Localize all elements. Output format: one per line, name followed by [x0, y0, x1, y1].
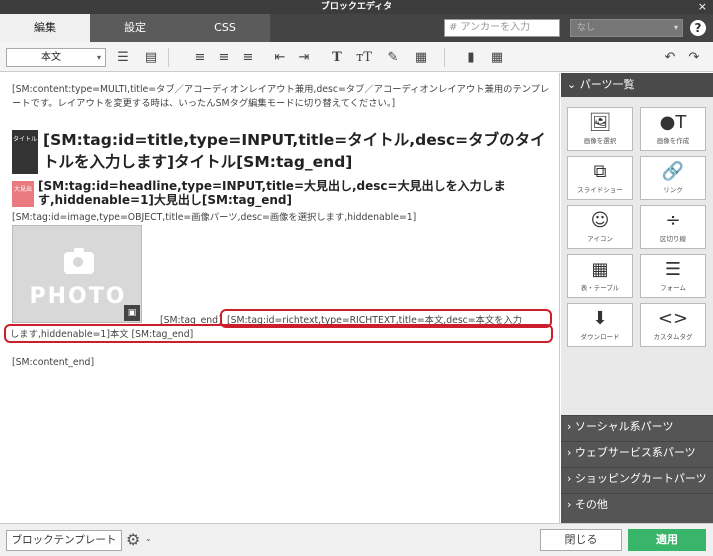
image-edit-icon[interactable]: ▣	[124, 305, 140, 321]
parts-sidebar: ⌄ パーツ一覧 🖼 画像を選択 ●T 画像を作成 ⧉ スライドショー 🔗 リンク…	[561, 73, 713, 523]
table-icon[interactable]: ▦	[410, 48, 432, 67]
window-title: ブロックエディタ	[320, 2, 393, 12]
align-center-icon[interactable]: ≡	[214, 48, 234, 67]
part-label: 画像を選択	[583, 137, 617, 145]
part-label: アイコン	[587, 235, 613, 243]
part-table[interactable]: ▦ 表・テーブル	[567, 254, 633, 298]
part-link[interactable]: 🔗 リンク	[640, 156, 706, 200]
part-label: カスタムタグ	[653, 333, 693, 341]
part-image-create[interactable]: ●T 画像を作成	[640, 107, 706, 151]
part-label: 区切り線	[660, 235, 686, 243]
camera-icon	[64, 248, 94, 274]
chevron-right-icon: ›	[567, 472, 572, 485]
download-icon: ⬇	[592, 308, 608, 329]
numbered-list-icon[interactable]: ▤	[140, 48, 162, 67]
smiley-icon: ☺	[590, 210, 610, 231]
help-icon[interactable]: ?	[690, 20, 706, 36]
slideshow-icon: ⧉	[593, 161, 607, 182]
apply-button[interactable]: 適用	[628, 529, 706, 551]
headline-badge: 大見出	[12, 181, 34, 207]
none-select[interactable]: なし ▾	[570, 19, 683, 37]
tab-css[interactable]: CSS	[180, 14, 270, 42]
gear-icon[interactable]: ⚙	[126, 530, 140, 550]
richtext-tag-line2[interactable]: します,hiddenable=1]本文 [SM:tag_end]	[10, 328, 193, 342]
tab-bar: 編集 設定 CSS # アンカーを入力 なし ▾ ?	[0, 14, 713, 42]
part-label: 画像を作成	[656, 137, 690, 145]
form-icon: ☰	[664, 259, 682, 280]
bullet-list-icon[interactable]: ☰	[112, 48, 134, 67]
category-web-service[interactable]: › ウェブサービス系パーツ	[561, 441, 713, 463]
chevron-down-icon: ⌄	[567, 78, 577, 91]
part-label: フォーム	[660, 284, 686, 292]
category-label: ショッピングカートパーツ	[574, 472, 707, 485]
part-icon[interactable]: ☺ アイコン	[567, 205, 633, 249]
none-select-label: なし	[577, 23, 596, 33]
chevron-right-icon: ›	[567, 498, 572, 511]
category-shopping-cart[interactable]: › ショッピングカートパーツ	[561, 467, 713, 489]
chevron-down-icon: ▾	[673, 23, 678, 32]
richtext-tag-line1[interactable]: [SM:tag:id=richtext,type=RICHTEXT,title=…	[227, 314, 522, 328]
part-form[interactable]: ☰ フォーム	[640, 254, 706, 298]
parts-header[interactable]: ⌄ パーツ一覧	[561, 73, 713, 97]
table-icon: ▦	[591, 259, 609, 280]
parts-header-label: パーツ一覧	[579, 78, 635, 91]
part-image-select[interactable]: 🖼 画像を選択	[567, 107, 633, 151]
image-create-icon: ●T	[659, 112, 687, 133]
headline-tag[interactable]: [SM:tag:id=headline,type=INPUT,title=大見出…	[38, 179, 548, 207]
title-badge: タイトル	[12, 130, 38, 174]
part-label: スライドショー	[577, 186, 623, 194]
part-divider[interactable]: ÷ 区切り線	[640, 205, 706, 249]
toolbar-divider	[168, 48, 169, 67]
category-label: その他	[574, 498, 608, 511]
photo-placeholder[interactable]: PHOTO ▣	[12, 225, 142, 323]
category-other[interactable]: › その他	[561, 493, 713, 515]
part-custom-tag[interactable]: <> カスタムタグ	[640, 303, 706, 347]
color-picker-icon[interactable]: ✎	[382, 48, 404, 67]
part-download[interactable]: ⬇ ダウンロード	[567, 303, 633, 347]
font-size-icon[interactable]: тT	[352, 48, 376, 67]
divider-icon: ÷	[665, 210, 681, 231]
window-titlebar: ブロックエディタ ×	[0, 0, 713, 14]
part-label: ダウンロード	[580, 333, 620, 341]
chevron-down-icon: ▾	[96, 53, 101, 62]
part-slideshow[interactable]: ⧉ スライドショー	[567, 156, 633, 200]
image-select-icon: 🖼	[588, 112, 612, 133]
close-icon[interactable]: ×	[698, 0, 707, 14]
footer-bar: ブロックテンプレート ⚙ ⌄ 閉じる 適用	[0, 523, 713, 556]
paste-icon[interactable]: ▮	[460, 48, 482, 67]
link-icon: 🔗	[661, 161, 685, 182]
align-right-icon[interactable]: ≡	[238, 48, 258, 67]
block-template-button[interactable]: ブロックテンプレート	[6, 530, 122, 551]
format-toolbar: 本文 ▾ ☰ ▤ ≡ ≡ ≡ ⇤ ⇥ T тT ✎ ▦ ▮ ▦ ↶ ↷	[0, 42, 713, 72]
category-social[interactable]: › ソーシャル系パーツ	[561, 415, 713, 437]
redo-icon[interactable]: ↷	[684, 48, 704, 67]
toolbar-divider	[444, 48, 445, 67]
close-button[interactable]: 閉じる	[540, 529, 622, 551]
tab-edit[interactable]: 編集	[0, 14, 90, 42]
chevron-down-icon[interactable]: ⌄	[145, 534, 152, 543]
align-left-icon[interactable]: ≡	[190, 48, 210, 67]
anchor-input[interactable]: # アンカーを入力	[444, 19, 560, 37]
title-tag[interactable]: [SM:tag:id=title,type=INPUT,title=タイトル,d…	[43, 129, 553, 173]
font-icon[interactable]: T	[326, 48, 348, 67]
indent-icon[interactable]: ⇥	[294, 48, 314, 67]
custom-tag-icon: <>	[657, 308, 689, 329]
outdent-icon[interactable]: ⇤	[270, 48, 290, 67]
content-start-tag: [SM:content:type=MULTI,title=タブ／アコーディオンレ…	[12, 84, 550, 109]
category-label: ソーシャル系パーツ	[574, 420, 674, 433]
part-label: 表・テーブル	[580, 284, 620, 292]
undo-icon[interactable]: ↶	[660, 48, 680, 67]
paragraph-style-label: 本文	[41, 52, 61, 63]
chevron-right-icon: ›	[567, 420, 572, 433]
part-label: リンク	[663, 186, 683, 194]
image-tag: [SM:tag:id=image,type=OBJECT,title=画像パーツ…	[12, 212, 417, 223]
tab-settings[interactable]: 設定	[90, 14, 180, 42]
chevron-right-icon: ›	[567, 446, 572, 459]
parts-grid: 🖼 画像を選択 ●T 画像を作成 ⧉ スライドショー 🔗 リンク ☺ アイコン …	[561, 97, 713, 415]
category-label: ウェブサービス系パーツ	[574, 446, 696, 459]
content-end-tag: [SM:content_end]	[12, 357, 95, 368]
special-icon[interactable]: ▦	[486, 48, 508, 67]
paragraph-style-select[interactable]: 本文 ▾	[6, 48, 106, 67]
